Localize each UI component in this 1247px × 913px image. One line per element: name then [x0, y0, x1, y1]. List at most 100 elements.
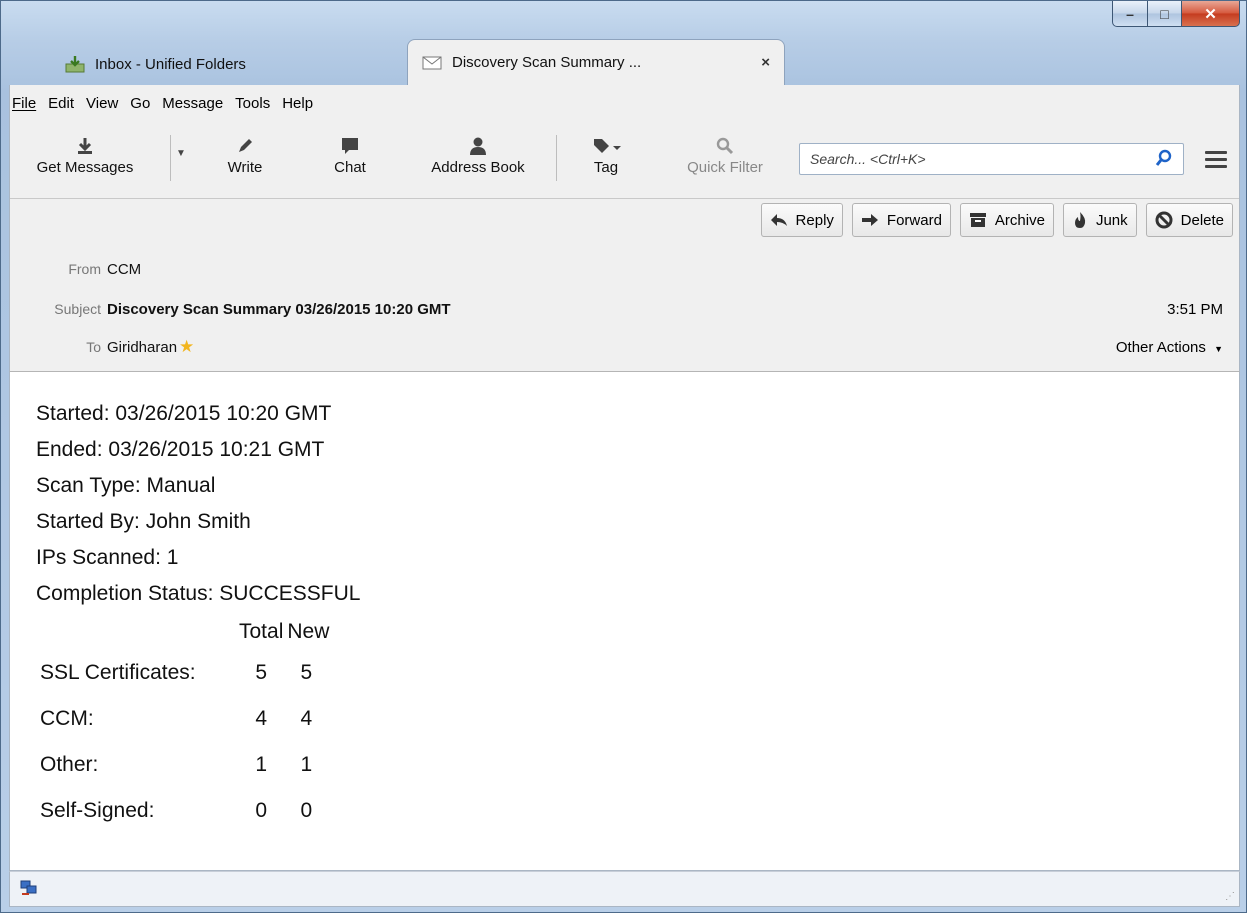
body-line-started: Started: 03/26/2015 10:20 GMT — [36, 402, 332, 425]
menu-view[interactable]: View — [86, 95, 118, 112]
flame-icon — [1072, 211, 1088, 229]
minimize-icon: – — [1126, 5, 1134, 22]
junk-button[interactable]: Junk — [1062, 203, 1137, 237]
to-label: To — [86, 339, 101, 355]
from-label: From — [68, 261, 101, 277]
quick-filter-label: Quick Filter — [687, 159, 763, 176]
row-label: SSL Certificates: — [40, 661, 196, 684]
status-bar: ⋰ — [9, 871, 1240, 907]
menu-message[interactable]: Message — [162, 95, 223, 112]
message-time: 3:51 PM — [1167, 300, 1223, 318]
summary-header-total: Total — [239, 620, 284, 643]
address-book-button[interactable]: Address Book — [410, 133, 546, 176]
menu-tools[interactable]: Tools — [235, 95, 270, 112]
main-toolbar: Get Messages ▼ Write Chat Address Book T… — [10, 121, 1239, 199]
search-input[interactable]: Search... <Ctrl+K> — [799, 143, 1184, 175]
envelope-icon — [422, 54, 442, 72]
maximize-button[interactable]: □ — [1148, 1, 1182, 27]
tab-strip: Inbox - Unified Folders Discovery Scan S… — [9, 35, 1238, 85]
reply-button[interactable]: Reply — [760, 203, 843, 237]
menu-help[interactable]: Help — [282, 95, 313, 112]
body-line-ips-scanned: IPs Scanned: 1 — [36, 546, 179, 569]
table-row: SSL Certificates: 5 5 — [36, 650, 329, 696]
minimize-button[interactable]: – — [1112, 1, 1148, 27]
row-new: 5 — [300, 661, 313, 684]
get-messages-dropdown[interactable]: ▼ — [170, 143, 192, 160]
row-label: CCM: — [40, 707, 94, 730]
body-line-completion-status: Completion Status: SUCCESSFUL — [36, 582, 361, 605]
from-row: From CCM — [10, 255, 1239, 283]
junk-label: Junk — [1095, 211, 1128, 229]
from-value[interactable]: CCM — [107, 261, 141, 278]
row-total: 5 — [255, 661, 268, 684]
inbox-download-icon — [65, 55, 85, 73]
quick-filter-button[interactable]: Quick Filter — [670, 133, 780, 176]
tab-message-label: Discovery Scan Summary ... — [452, 54, 642, 71]
delete-button[interactable]: Delete — [1145, 203, 1233, 237]
message-body: Started: 03/26/2015 10:20 GMT Ended: 03/… — [9, 371, 1240, 871]
row-total: 4 — [255, 707, 268, 730]
row-total: 0 — [255, 799, 268, 822]
reply-label: Reply — [795, 211, 834, 229]
chevron-down-icon: ▼ — [176, 148, 186, 159]
row-new: 4 — [300, 707, 313, 730]
row-label: Other: — [40, 753, 99, 776]
summary-header-row: Total New — [36, 614, 329, 650]
row-new: 0 — [300, 799, 313, 822]
window-caption-buttons: – □ ✕ — [1112, 1, 1240, 27]
menu-go[interactable]: Go — [130, 95, 150, 112]
table-row: Other: 1 1 — [36, 742, 329, 788]
tag-label: Tag — [593, 159, 619, 176]
write-label: Write — [227, 159, 263, 176]
app-menu-icon[interactable] — [1205, 151, 1227, 172]
to-value[interactable]: Giridharan — [107, 339, 177, 356]
archive-button[interactable]: Archive — [959, 203, 1054, 237]
search-placeholder: Search... <Ctrl+K> — [810, 151, 926, 167]
chat-label: Chat — [334, 159, 366, 176]
contact-icon — [410, 133, 546, 159]
star-icon[interactable]: ★ — [179, 337, 194, 357]
subject-label: Subject — [54, 301, 101, 317]
other-actions-button[interactable]: Other Actions ▼ — [1116, 339, 1223, 356]
mail-window: – □ ✕ Inbox - Unified Folders Discovery … — [0, 0, 1247, 913]
menu-edit[interactable]: Edit — [48, 95, 74, 112]
tag-button[interactable]: Tag — [576, 133, 636, 176]
summary-header-blank — [36, 614, 239, 650]
toolbar-separator — [556, 135, 557, 181]
address-book-label: Address Book — [431, 159, 525, 176]
network-status-icon[interactable] — [20, 880, 38, 899]
chat-button[interactable]: Chat — [320, 133, 380, 176]
mail-chrome: File Edit View Go Message Tools Help Get… — [9, 85, 1240, 371]
get-messages-button[interactable]: Get Messages — [10, 133, 160, 176]
tag-icon — [576, 133, 636, 159]
no-entry-icon — [1155, 211, 1173, 229]
magnifier-icon — [670, 133, 780, 159]
resize-grip-icon[interactable]: ⋰ — [1225, 891, 1235, 902]
message-actions: Reply Forward Archive Junk Delete — [752, 203, 1233, 237]
tab-inbox[interactable]: Inbox - Unified Folders — [51, 43, 381, 85]
search-icon[interactable] — [1155, 149, 1173, 170]
forward-arrow-icon — [861, 213, 879, 227]
row-total: 1 — [255, 753, 268, 776]
body-line-ended: Ended: 03/26/2015 10:21 GMT — [36, 438, 325, 461]
chat-bubble-icon — [320, 133, 380, 159]
summary-header-new: New — [287, 620, 330, 643]
tab-inbox-label: Inbox - Unified Folders — [95, 55, 246, 73]
pencil-icon — [215, 133, 275, 159]
forward-button[interactable]: Forward — [851, 203, 951, 237]
subject-value: Discovery Scan Summary 03/26/2015 10:20 … — [107, 300, 451, 318]
other-actions-label: Other Actions — [1115, 338, 1206, 356]
reply-arrow-icon — [770, 213, 788, 227]
menu-file[interactable]: File — [12, 95, 36, 112]
summary-table: Total New SSL Certificates: 5 5 CCM: 4 4… — [36, 614, 329, 834]
tab-message[interactable]: Discovery Scan Summary ... × — [407, 39, 785, 85]
get-messages-label: Get Messages — [36, 159, 134, 176]
chevron-down-icon: ▼ — [1214, 343, 1223, 354]
tab-close-icon[interactable]: × — [761, 54, 770, 71]
maximize-icon: □ — [1160, 5, 1169, 22]
write-button[interactable]: Write — [215, 133, 275, 176]
close-window-button[interactable]: ✕ — [1182, 1, 1240, 27]
archive-box-icon — [969, 212, 987, 228]
table-row: Self-Signed: 0 0 — [36, 788, 329, 834]
table-row: CCM: 4 4 — [36, 696, 329, 742]
